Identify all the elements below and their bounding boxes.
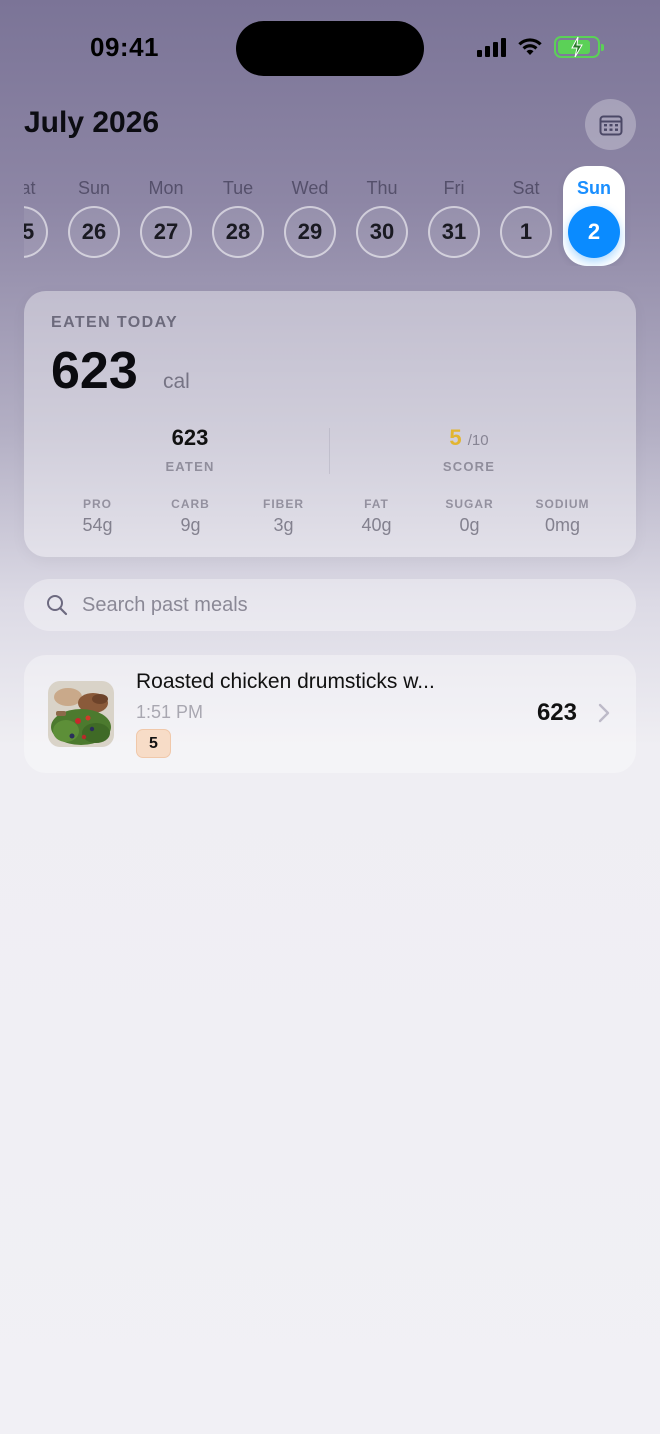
day-number: 1 <box>500 206 552 258</box>
macro-sugar: SUGAR 0g <box>423 497 516 536</box>
daily-summary-card: EATEN TODAY 623 cal 623 EATEN 5 /10 SCOR… <box>24 291 636 557</box>
day-fri-31[interactable]: Fri 31 <box>423 166 485 266</box>
macro-value: 9g <box>180 515 201 535</box>
status-icons <box>477 36 604 58</box>
search-input[interactable] <box>82 593 602 617</box>
macros-row: PRO 54g CARB 9g FIBER 3g FAT 40g SUGAR 0g SODIUM 0m… <box>51 497 609 536</box>
day-sun-2[interactable]: Sun 2 <box>563 166 625 266</box>
meal-list-item[interactable]: Roasted chicken drumsticks w... 1:51 PM … <box>24 655 636 773</box>
day-name: Sun <box>77 178 111 198</box>
score-max: /10 <box>467 432 489 449</box>
score-label: SCORE <box>442 459 496 474</box>
day-number: 29 <box>284 206 336 258</box>
calories-unit: cal <box>163 370 190 393</box>
chevron-right-icon <box>598 703 610 723</box>
meal-title: Roasted chicken drumsticks w... <box>136 670 435 693</box>
eaten-stat: 623 EATEN <box>90 425 290 474</box>
day-name: Mon <box>148 178 184 198</box>
total-calories: 623 <box>51 342 138 400</box>
score-stat: 5 /10 SCORE <box>369 425 569 474</box>
meal-calories: 623 <box>536 699 577 726</box>
search-bar[interactable] <box>24 579 636 631</box>
day-number: 31 <box>428 206 480 258</box>
search-icon <box>47 595 68 616</box>
day-number: 30 <box>356 206 408 258</box>
macro-carb: CARB 9g <box>144 497 237 536</box>
macro-pro: PRO 54g <box>51 497 144 536</box>
day-number: 28 <box>212 206 264 258</box>
macro-label: SODIUM <box>535 497 590 511</box>
score-value: 5 <box>449 425 462 450</box>
day-wed-29[interactable]: Wed 29 <box>279 166 341 266</box>
battery-icon <box>554 36 604 58</box>
day-number: 25 <box>24 206 48 258</box>
day-name: Thu <box>366 178 398 198</box>
macro-label: SUGAR <box>445 497 494 511</box>
day-sat-1[interactable]: Sat 1 <box>495 166 557 266</box>
day-number: 27 <box>140 206 192 258</box>
day-name: Sun <box>577 178 611 198</box>
macro-fat: FAT 40g <box>330 497 423 536</box>
macro-fiber: FIBER 3g <box>237 497 330 536</box>
macro-value: 3g <box>273 515 294 535</box>
day-sun-26[interactable]: Sun 26 <box>63 166 125 266</box>
calendar-button[interactable] <box>585 99 636 150</box>
day-name: Tue <box>222 178 254 198</box>
stat-divider <box>329 428 330 474</box>
day-tue-28[interactable]: Tue 28 <box>207 166 269 266</box>
macro-value: 54g <box>82 515 113 535</box>
macro-value: 40g <box>361 515 392 535</box>
day-mon-27[interactable]: Mon 27 <box>135 166 197 266</box>
day-name: Sat <box>24 178 36 198</box>
day-thu-30[interactable]: Thu 30 <box>351 166 413 266</box>
macro-label: FIBER <box>263 497 304 511</box>
day-number: 2 <box>568 206 620 258</box>
dynamic-island <box>236 21 424 76</box>
calendar-icon <box>599 115 622 135</box>
eaten-value: 623 <box>171 425 209 450</box>
wifi-icon <box>518 38 542 55</box>
day-number: 26 <box>68 206 120 258</box>
macro-value: 0mg <box>544 515 580 535</box>
week-strip: Sat25Sun26Mon27Tue28Wed29Thu30Fri31Sat1S… <box>24 166 636 266</box>
day-name: Fri <box>443 178 465 198</box>
meal-score-badge: 5 <box>136 729 171 758</box>
summary-label: EATEN TODAY <box>51 314 179 331</box>
day-name: Sat <box>512 178 540 198</box>
cellular-signal-icon <box>477 37 506 57</box>
day-sat-25[interactable]: Sat 25 <box>24 166 53 266</box>
macro-label: CARB <box>171 497 210 511</box>
page-title: July 2026 <box>24 106 160 139</box>
status-time: 09:41 <box>90 32 159 62</box>
meal-time: 1:51 PM <box>136 702 204 722</box>
eaten-label: EATEN <box>165 459 215 474</box>
day-name: Wed <box>291 178 329 198</box>
macro-label: PRO <box>82 497 112 511</box>
meal-photo <box>48 681 114 747</box>
macro-value: 0g <box>459 515 480 535</box>
macro-label: FAT <box>364 497 389 511</box>
macro-sodium: SODIUM 0mg <box>516 497 609 536</box>
